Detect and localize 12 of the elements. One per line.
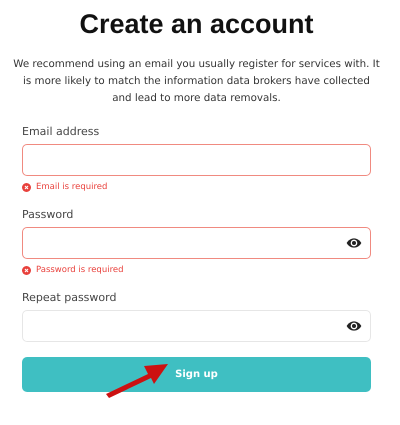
sign-up-button[interactable]: Sign up — [22, 357, 371, 392]
input-field[interactable] — [22, 144, 371, 176]
error-icon — [22, 266, 31, 274]
field-label: Email address — [22, 125, 100, 138]
page-title: Create an account — [78, 8, 315, 40]
intro-text: We recommend using an email you usually register for services with. It is more likely to match the information data brokers have collected and lead to more data removals. — [12, 57, 381, 106]
input-field[interactable] — [22, 227, 371, 259]
error-icon — [22, 182, 31, 192]
field-label: Repeat password — [22, 291, 116, 304]
error-message: Email is required — [36, 182, 108, 192]
error-message: Password is required — [36, 265, 124, 275]
field-label: Password — [22, 208, 74, 221]
